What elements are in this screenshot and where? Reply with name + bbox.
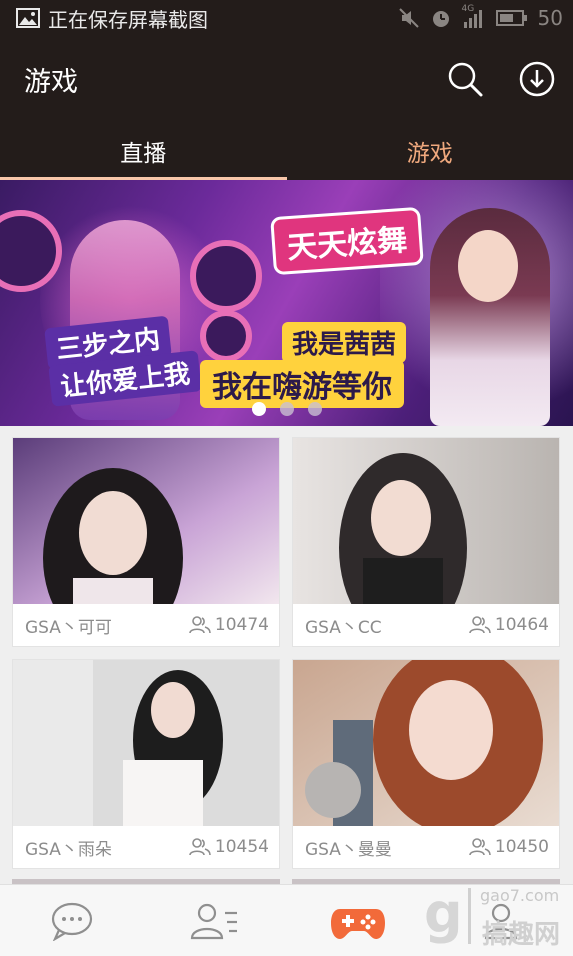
page-dot[interactable] bbox=[252, 402, 266, 416]
stream-meta: GSA丶CC 10464 bbox=[293, 604, 560, 646]
watermark-logo: g bbox=[424, 882, 463, 945]
stream-meta: GSA丶可可 10474 bbox=[13, 604, 280, 646]
banner-speaker bbox=[190, 240, 262, 312]
promo-banner[interactable]: 天天炫舞 三步之内 让你爱上我 我是茜茜 我在嗨游等你 bbox=[0, 180, 573, 426]
stream-thumbnail bbox=[293, 438, 560, 604]
stream-card[interactable]: GSA丶可可 10474 bbox=[12, 437, 280, 647]
nav-item-games[interactable] bbox=[287, 885, 430, 956]
banner-slogan-4: 我在嗨游等你 bbox=[200, 360, 404, 408]
viewer-count-value: 10450 bbox=[495, 837, 549, 857]
banner-game-logo: 天天炫舞 bbox=[270, 207, 424, 275]
page-title: 游戏 bbox=[24, 60, 78, 99]
image-icon bbox=[16, 7, 40, 29]
download-icon[interactable] bbox=[518, 60, 556, 98]
stream-meta: GSA丶雨朵 10454 bbox=[13, 826, 280, 868]
stream-card[interactable]: GSA丶CC 10464 bbox=[292, 437, 560, 647]
tab-live[interactable]: 直播 bbox=[0, 122, 287, 180]
nav-item-messages[interactable] bbox=[0, 885, 143, 956]
site-watermark: g gao7.com 搞趣网 bbox=[420, 880, 573, 955]
banner-slogan-3: 我是茜茜 bbox=[282, 322, 406, 363]
banner-speaker bbox=[200, 310, 252, 362]
viewer-count: 10450 bbox=[469, 837, 549, 857]
app-bar: 游戏 bbox=[0, 36, 573, 122]
battery-icon bbox=[496, 9, 528, 27]
viewers-icon bbox=[469, 837, 491, 857]
viewer-count: 10474 bbox=[189, 615, 269, 635]
viewers-icon bbox=[189, 615, 211, 635]
status-notification: 正在保存屏幕截图 bbox=[48, 4, 208, 33]
viewer-count-value: 10454 bbox=[215, 837, 269, 857]
chat-icon bbox=[50, 901, 94, 941]
stream-card[interactable]: GSA丶雨朵 10454 bbox=[12, 659, 280, 869]
viewer-count-value: 10474 bbox=[215, 615, 269, 635]
battery-level: 50 bbox=[538, 6, 563, 30]
page-dot[interactable] bbox=[308, 402, 322, 416]
banner-host-face bbox=[458, 230, 518, 302]
streamer-name: GSA丶CC bbox=[305, 613, 469, 638]
tab-live-label: 直播 bbox=[120, 134, 166, 168]
alarm-icon bbox=[430, 7, 452, 29]
stream-thumbnail bbox=[13, 660, 280, 826]
watermark-text: 搞趣网 bbox=[482, 914, 560, 951]
streamer-name: GSA丶曼曼 bbox=[305, 835, 469, 860]
viewer-count: 10454 bbox=[189, 837, 269, 857]
page-dot[interactable] bbox=[280, 402, 294, 416]
streamer-name: GSA丶可可 bbox=[25, 613, 189, 638]
nav-item-contacts[interactable] bbox=[143, 885, 286, 956]
tab-games[interactable]: 游戏 bbox=[287, 122, 573, 180]
stream-meta: GSA丶曼曼 10450 bbox=[293, 826, 560, 868]
signal-icon: 4G bbox=[462, 8, 486, 28]
stream-grid: GSA丶可可 10474 GSA丶CC 10464 bbox=[12, 437, 562, 869]
contacts-icon bbox=[189, 901, 241, 941]
tab-bar: 直播 游戏 bbox=[0, 122, 573, 180]
status-bar: 正在保存屏幕截图 4G 50 bbox=[0, 0, 573, 36]
gamepad-icon bbox=[330, 901, 386, 941]
watermark-url: gao7.com bbox=[480, 886, 559, 905]
mute-icon bbox=[398, 7, 420, 29]
stream-thumbnail bbox=[293, 660, 560, 826]
viewer-count-value: 10464 bbox=[495, 615, 549, 635]
banner-page-indicator bbox=[0, 402, 573, 416]
viewers-icon bbox=[469, 615, 491, 635]
watermark-divider bbox=[468, 888, 471, 944]
stream-thumbnail bbox=[13, 438, 280, 604]
signal-label: 4G bbox=[462, 4, 475, 14]
tab-games-label: 游戏 bbox=[407, 134, 453, 168]
stream-card[interactable]: GSA丶曼曼 10450 bbox=[292, 659, 560, 869]
viewers-icon bbox=[189, 837, 211, 857]
viewer-count: 10464 bbox=[469, 615, 549, 635]
streamer-name: GSA丶雨朵 bbox=[25, 835, 189, 860]
search-icon[interactable] bbox=[446, 60, 484, 98]
